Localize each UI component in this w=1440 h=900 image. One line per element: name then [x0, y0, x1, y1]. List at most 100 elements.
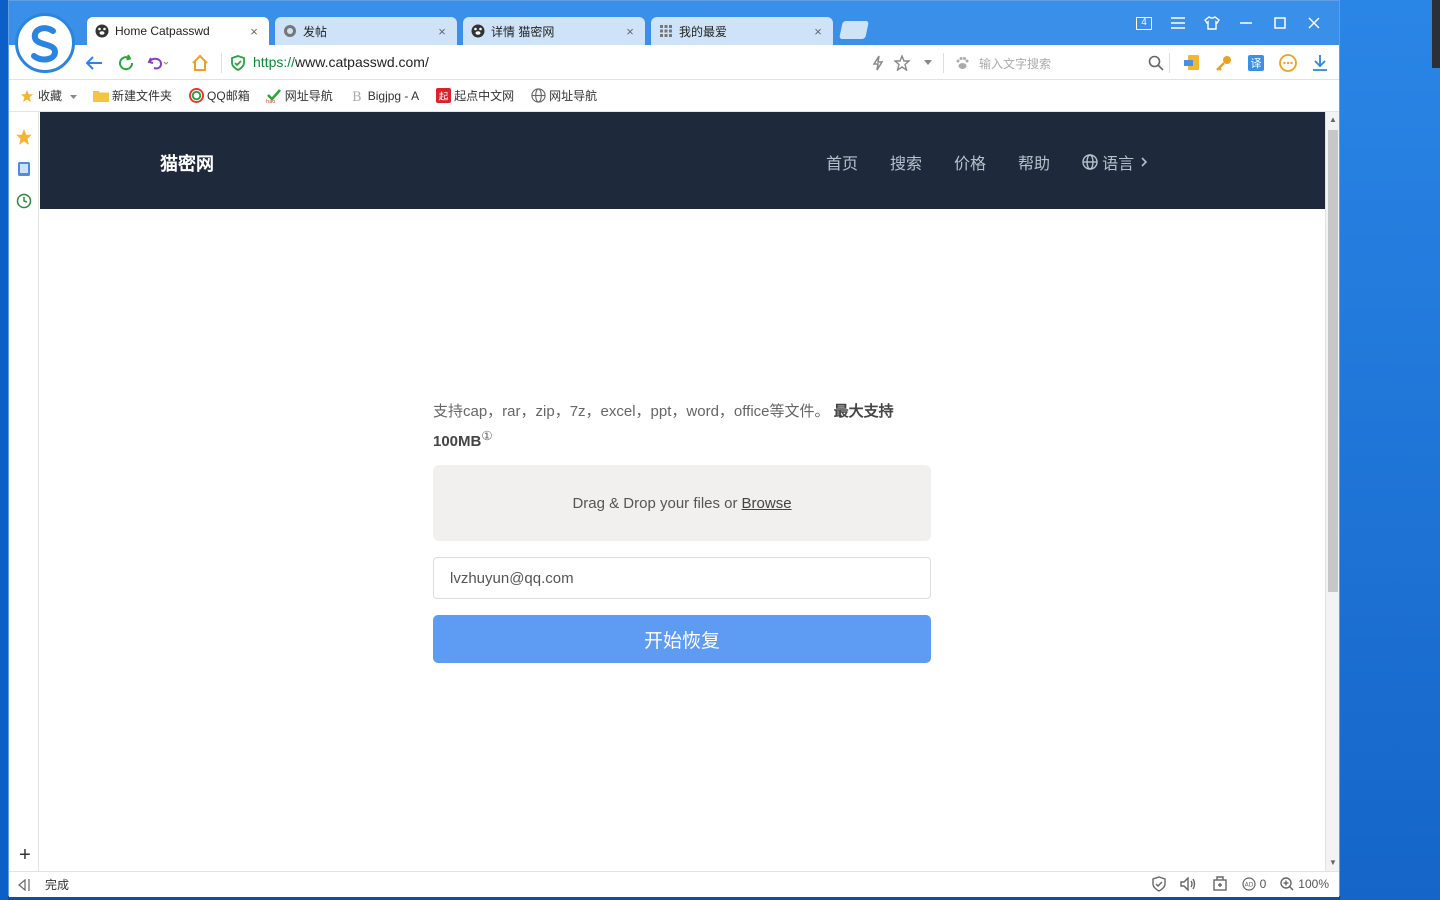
tab-post[interactable]: 发帖 × — [275, 17, 457, 45]
zoom-icon — [1280, 877, 1294, 891]
bookmark-new-folder[interactable]: 新建文件夹 — [93, 87, 172, 104]
nav-home[interactable]: 首页 — [826, 150, 858, 174]
desktop-left-edge — [0, 0, 8, 900]
paw-icon — [95, 24, 109, 38]
divider — [1169, 53, 1170, 73]
bookmark-qq-mail[interactable]: QQ邮箱 — [188, 87, 250, 104]
close-icon[interactable]: × — [247, 24, 261, 39]
nav-help[interactable]: 帮助 — [1018, 150, 1050, 174]
site-header: 猫密网 首页 搜索 价格 帮助 语言 — [40, 112, 1325, 209]
divider — [221, 53, 222, 73]
chevron-down-icon — [70, 89, 78, 103]
tab-bar: Home Catpasswd × 发帖 × 详情 猫密网 × 我的最爱 × 4 — [9, 1, 1339, 45]
file-dropzone[interactable]: Drag & Drop your files or Browse — [433, 465, 931, 541]
sync-icon[interactable] — [1181, 52, 1203, 74]
scrollbar-thumb[interactable] — [1328, 130, 1338, 592]
maximize-icon[interactable] — [1263, 11, 1297, 35]
svg-text:译: 译 — [1251, 57, 1262, 70]
close-window-icon[interactable] — [1297, 11, 1331, 35]
chevron-down-icon[interactable] — [917, 52, 939, 74]
undo-close-icon[interactable] — [147, 52, 169, 74]
email-field[interactable] — [433, 557, 931, 599]
close-icon[interactable]: × — [623, 24, 637, 39]
bookmark-label: 收藏 — [38, 89, 63, 103]
star-icon — [19, 88, 35, 104]
refresh-icon[interactable] — [115, 52, 137, 74]
start-recovery-button[interactable]: 开始恢复 — [433, 615, 931, 663]
bookmark-label: QQ邮箱 — [207, 89, 250, 103]
volume-icon[interactable] — [1179, 877, 1198, 891]
star-outline-icon[interactable] — [891, 52, 913, 74]
scroll-up-icon[interactable]: ▲ — [1328, 115, 1338, 125]
baidu-paw-icon — [951, 52, 973, 74]
qq-mail-icon — [188, 88, 204, 104]
site-nav: 首页 搜索 价格 帮助 语言 — [826, 150, 1184, 174]
bookmark-favorites[interactable]: 收藏 — [19, 87, 78, 104]
history-clock-icon[interactable] — [14, 191, 34, 211]
download-icon[interactable] — [1309, 52, 1331, 74]
bookmark-web-nav[interactable]: 网址导航 — [530, 87, 597, 104]
key-icon[interactable] — [1213, 52, 1235, 74]
grid-icon — [659, 24, 673, 38]
tab-details[interactable]: 详情 猫密网 × — [463, 17, 645, 45]
dropzone-text: Drag & Drop your files or — [572, 494, 738, 512]
home-icon[interactable] — [189, 52, 211, 74]
browser-sidebar — [9, 112, 39, 871]
browse-link[interactable]: Browse — [742, 495, 792, 512]
scroll-down-icon[interactable]: ▼ — [1328, 858, 1338, 868]
svg-text:AD: AD — [1244, 882, 1253, 889]
minimize-icon[interactable] — [1229, 11, 1263, 35]
tab-favorites[interactable]: 我的最爱 × — [651, 17, 833, 45]
new-tab-button[interactable] — [839, 21, 869, 39]
site-logo[interactable]: 猫密网 — [160, 150, 214, 176]
nav-pricing[interactable]: 价格 — [954, 150, 986, 174]
collapse-sidebar-icon[interactable] — [17, 878, 31, 892]
footnote-marker: ① — [481, 429, 493, 443]
svg-text:起: 起 — [438, 91, 448, 102]
url-host: www.catpasswd.com/ — [295, 54, 429, 70]
globe-icon — [1082, 154, 1098, 170]
translate-icon[interactable]: 译 — [1245, 52, 1267, 74]
bigjpg-icon: B — [349, 88, 365, 104]
menu-icon[interactable] — [1161, 11, 1195, 35]
adblock-counter[interactable]: AD 0 — [1242, 877, 1266, 891]
nav-language[interactable]: 语言 — [1082, 150, 1152, 174]
zoom-control[interactable]: 100% — [1280, 877, 1329, 891]
bookmark-hao-nav[interactable]: hao 网址导航 — [266, 87, 333, 104]
bookmarks-bar: 收藏 新建文件夹 QQ邮箱 hao 网址导航 B Bigjpg - A 起 起点… — [9, 80, 1339, 112]
upload-description: 支持cap，rar，zip，7z，excel，ppt，word，office等文… — [433, 400, 933, 454]
lightning-icon[interactable] — [867, 52, 889, 74]
more-options-icon[interactable] — [1277, 52, 1299, 74]
favorites-star-icon[interactable] — [14, 127, 34, 147]
tab-label: 发帖 — [303, 24, 328, 39]
bookmark-label: 网址导航 — [549, 89, 598, 103]
search-icon[interactable] — [1145, 52, 1167, 74]
svg-text:hao: hao — [266, 99, 275, 103]
nav-search[interactable]: 搜索 — [890, 150, 922, 174]
desktop-dock — [1432, 0, 1440, 68]
secure-shield-icon[interactable] — [227, 52, 249, 74]
vertical-scrollbar[interactable]: ▲ ▼ — [1325, 112, 1339, 871]
search-input[interactable]: 输入文字搜索 — [979, 55, 1051, 72]
url-field[interactable]: https://www.catpasswd.com/ — [253, 54, 429, 70]
tab-count-button[interactable]: 4 — [1127, 11, 1161, 35]
security-shield-icon[interactable] — [1151, 876, 1166, 892]
bookmark-bigjpg[interactable]: B Bigjpg - A — [349, 88, 419, 104]
close-icon[interactable]: × — [811, 24, 825, 39]
qidian-icon: 起 — [435, 88, 451, 104]
tab-label: 我的最爱 — [679, 24, 728, 39]
sogou-logo-icon — [31, 25, 59, 63]
bookmark-qidian[interactable]: 起 起点中文网 — [435, 87, 514, 104]
tab-home-catpasswd[interactable]: Home Catpasswd × — [87, 17, 269, 45]
close-icon[interactable]: × — [435, 24, 449, 39]
window-controls: 4 — [1127, 11, 1331, 35]
browser-window: Home Catpasswd × 发帖 × 详情 猫密网 × 我的最爱 × 4 … — [8, 0, 1340, 897]
back-icon[interactable] — [83, 52, 105, 74]
adblock-icon: AD — [1242, 877, 1256, 891]
bookmark-label: 起点中文网 — [454, 89, 515, 103]
skin-icon[interactable] — [1195, 11, 1229, 35]
add-sidebar-icon[interactable]: + — [15, 845, 35, 866]
screenshot-icon[interactable] — [1212, 876, 1228, 892]
url-scheme: https:// — [253, 54, 296, 70]
reader-icon[interactable] — [14, 159, 34, 179]
